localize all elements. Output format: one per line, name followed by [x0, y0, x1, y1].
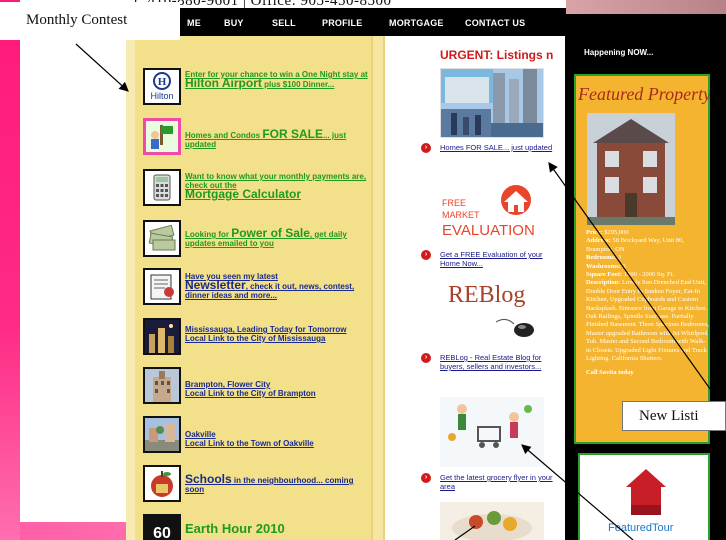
- forsale-text-big: FOR SALE: [262, 127, 324, 141]
- svg-text:H: H: [158, 76, 167, 88]
- schools-text-big: Schools: [185, 472, 232, 486]
- featured-property-title: Featured Property: [578, 84, 710, 104]
- brampton-link[interactable]: Brampton, Flower City Local Link to the C…: [185, 380, 370, 398]
- pos-text-big: Power of Sale: [231, 226, 310, 240]
- bullet-arrow-icon: ›: [421, 353, 431, 363]
- bedrooms-value: 3: [616, 254, 622, 262]
- washrooms-label: Washrooms:: [586, 262, 621, 270]
- urgent-listings-title: URGENT: Listings n: [440, 48, 554, 62]
- description-value: Lovely Sun Drenched End Unit, Double Doo…: [586, 279, 710, 363]
- grocery-flyer-link[interactable]: Get the latest grocery flyer in your are…: [440, 473, 558, 491]
- house-icon: [626, 469, 666, 515]
- nav-home[interactable]: ME: [187, 18, 201, 28]
- condo-towers-image[interactable]: [440, 68, 544, 138]
- power-of-sale-link[interactable]: Looking for Power of Sale, get daily upd…: [185, 226, 370, 248]
- real-estate-agent-icon[interactable]: [143, 118, 181, 155]
- featured-house-photo[interactable]: [587, 113, 675, 225]
- contest-link[interactable]: Enter for your chance to win a One Night…: [185, 70, 370, 89]
- apple-icon[interactable]: [143, 465, 181, 502]
- earth-hour-link[interactable]: Earth Hour 2010: [185, 521, 370, 536]
- free-evaluation-link[interactable]: Get a FREE Evaluation of your Home Now..…: [440, 250, 558, 268]
- property-details: Price: $295,000 Address: 58 Brickyard Wa…: [586, 229, 710, 377]
- building-icon[interactable]: [143, 367, 181, 404]
- newsletter-link[interactable]: Have you seen my latest Newsletter, check…: [185, 272, 370, 300]
- nav-contact-us[interactable]: CONTACT US: [465, 18, 525, 28]
- oakville-text-b: Local Link to the Town of Oakville: [185, 439, 314, 448]
- homes-for-sale-promo-link[interactable]: Homes FOR SALE... just updated: [440, 143, 558, 152]
- sqft-label: Square Foot:: [586, 271, 623, 279]
- calculator-icon[interactable]: [143, 169, 181, 206]
- mississauga-text-a: Mississauga, Leading Today for Tomorrow: [185, 325, 347, 334]
- new-listings-callout: New Listi: [622, 401, 726, 431]
- bullet-arrow-icon: ›: [421, 473, 431, 483]
- mortgage-calculator-link[interactable]: Want to know what your monthly payments …: [185, 172, 370, 201]
- newsletter-icon[interactable]: [143, 268, 181, 305]
- svg-text:60: 60: [153, 525, 171, 540]
- price-value: $295,000: [602, 229, 629, 236]
- monthly-contest-callout: Monthly Contest: [0, 2, 180, 40]
- money-icon[interactable]: [143, 220, 181, 257]
- free-eval-line1: FREE: [442, 198, 467, 208]
- street-icon[interactable]: [143, 416, 181, 453]
- washrooms-value: 3: [620, 262, 626, 270]
- header-contact-strip: t: 416-880-9601 | Office: 905-450-8500: [126, 0, 566, 8]
- description-label: Description:: [586, 279, 621, 287]
- mouse-icon: [496, 318, 534, 337]
- svg-text:Hilton: Hilton: [150, 91, 173, 101]
- schools-link[interactable]: Schools in the neighbourhood... coming s…: [185, 472, 370, 494]
- bedrooms-label: Bedrooms:: [586, 254, 617, 262]
- contest-text-b: plus $100 Dinner...: [261, 80, 335, 89]
- nav-buy[interactable]: BUY: [224, 18, 244, 28]
- happening-now-heading: Happening NOW...: [584, 48, 654, 57]
- column-divider: [371, 36, 385, 540]
- nav-sell[interactable]: SELL: [272, 18, 296, 28]
- mississauga-text-b: Local Link to the City of Mississauga: [185, 334, 326, 343]
- sqft-value: 1500 - 2000 Sq. Ft.: [622, 271, 675, 279]
- city-night-icon[interactable]: [143, 318, 181, 355]
- reblog-logo-text: REBlog: [448, 282, 526, 308]
- newsletter-text-big: Newsletter: [185, 278, 246, 292]
- free-evaluation-image[interactable]: FREE MARKET EVALUATION: [440, 180, 544, 244]
- reblog-link[interactable]: REBLog - Real Estate Blog for buyers, se…: [440, 353, 558, 371]
- oakville-link[interactable]: Oakville Local Link to the Town of Oakvil…: [185, 430, 370, 448]
- left-white-margin: [20, 0, 126, 540]
- earth-hour-text: Earth Hour 2010: [185, 521, 285, 536]
- call-savita-text: Call Savita today: [586, 368, 634, 376]
- address-label: Address:: [586, 237, 611, 245]
- free-eval-line3: EVALUATION: [442, 222, 535, 239]
- brampton-text-a: Brampton, Flower City: [185, 380, 271, 389]
- brampton-text-b: Local Link to the City of Brampton: [185, 389, 316, 398]
- pos-text-a: Looking for: [185, 230, 232, 239]
- homes-for-sale-link[interactable]: Homes and Condos FOR SALE... just update…: [185, 127, 370, 149]
- mortgage-text-big: Mortgage Calculator: [185, 187, 302, 201]
- main-nav: ME BUY SELL PROFILE MORTGAGE CONTACT US: [126, 8, 566, 36]
- nav-mortgage[interactable]: MORTGAGE: [389, 18, 444, 28]
- food-dish-image[interactable]: [440, 502, 544, 540]
- free-eval-line2: MARKET: [442, 210, 480, 220]
- earth-hour-icon[interactable]: 60: [143, 514, 181, 540]
- forsale-text-a: Homes and Condos: [185, 131, 263, 140]
- featured-tour-label[interactable]: FeaturedTour: [608, 522, 673, 534]
- nav-profile[interactable]: PROFILE: [322, 18, 362, 28]
- contest-text-big: Hilton Airport: [185, 76, 262, 90]
- reblog-logo-image[interactable]: REBlog: [440, 280, 544, 342]
- hilton-icon[interactable]: H Hilton: [143, 68, 181, 105]
- price-label: Price:: [586, 229, 603, 236]
- bullet-arrow-icon: ›: [421, 143, 431, 153]
- bullet-arrow-icon: ›: [421, 250, 431, 260]
- header-photo-corner: [566, 0, 726, 14]
- mississauga-link[interactable]: Mississauga, Leading Today for Tomorrow L…: [185, 325, 370, 343]
- grocery-shoppers-image[interactable]: [440, 397, 544, 467]
- oakville-text-a: Oakville: [185, 430, 216, 439]
